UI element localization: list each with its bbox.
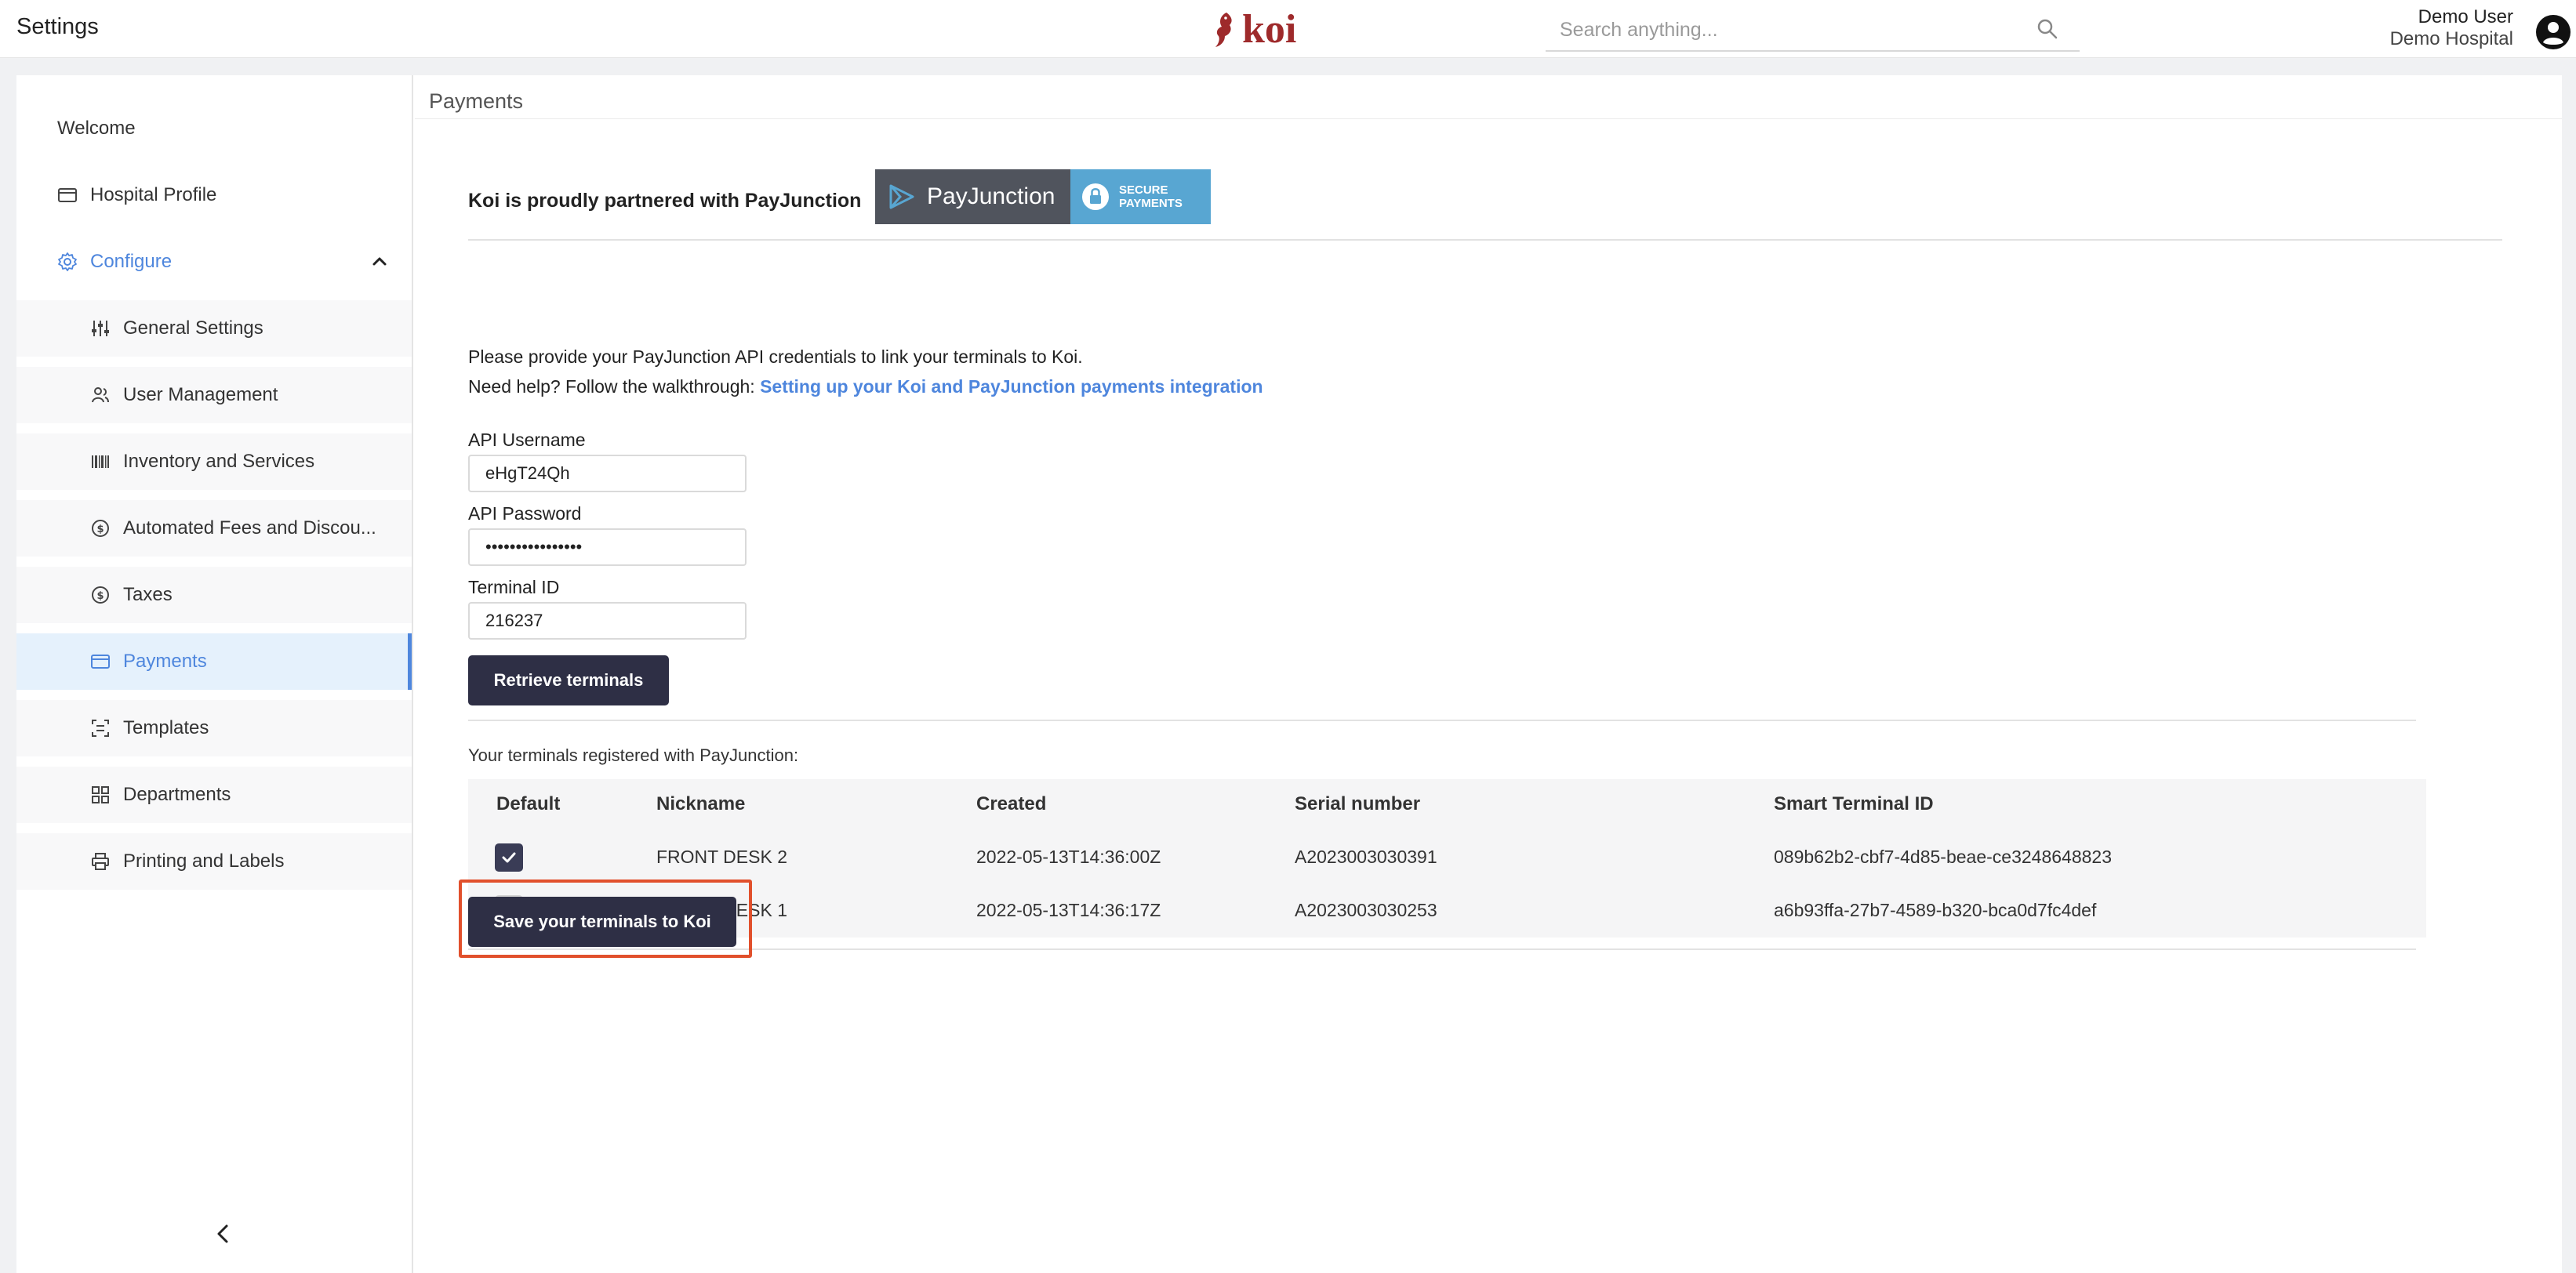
settings-panel: Welcome Hospital Profile Configure Gener… [16, 75, 2562, 1273]
payjunction-logo-icon [889, 184, 914, 209]
svg-text:$: $ [96, 524, 104, 535]
sidebar-item-configure[interactable]: Configure [16, 234, 412, 290]
koi-fish-icon [1215, 13, 1232, 47]
payjunction-badge: PayJunction SECURE PAYMENTS [875, 169, 1211, 224]
divider [468, 720, 2416, 721]
page-title: Payments [429, 89, 524, 113]
column-header-serial: Serial number [1295, 793, 1421, 814]
sidebar-item-label: Printing and Labels [123, 850, 285, 872]
cell-smart-terminal-id: 089b62b2-cbf7-4d85-beae-ce3248648823 [1774, 847, 2112, 867]
sidebar-item-label: Templates [123, 717, 209, 738]
sidebar-item-general-settings[interactable]: General Settings [16, 300, 412, 357]
walkthrough-link[interactable]: Setting up your Koi and PayJunction paym… [760, 376, 1263, 397]
sidebar-item-label: Hospital Profile [90, 184, 217, 205]
card-icon [91, 655, 110, 669]
sidebar-item-label: Inventory and Services [123, 451, 315, 472]
avatar-icon[interactable] [2535, 14, 2571, 50]
sidebar-item-templates[interactable]: Templates [16, 700, 412, 756]
barcode-icon [92, 455, 109, 468]
secure-line-1: SECURE [1119, 183, 1168, 197]
api-username-input[interactable] [468, 455, 747, 492]
check-icon [502, 852, 516, 863]
column-header-default: Default [496, 793, 561, 814]
cell-smart-terminal-id: a6b93ffa-27b7-4589-b320-bca0d7fc4def [1774, 900, 2097, 920]
api-password-input[interactable] [468, 528, 747, 566]
cell-serial: A2023003030391 [1295, 847, 1437, 867]
cell-created: 2022-05-13T14:36:17Z [976, 900, 1161, 920]
template-icon [92, 720, 109, 737]
sidebar-item-label: General Settings [123, 317, 263, 339]
secure-payments-badge: SECURE PAYMENTS [1070, 169, 1211, 224]
sidebar-item-hospital-profile[interactable]: Hospital Profile [16, 167, 412, 223]
user-info[interactable]: Demo User Demo Hospital [2390, 6, 2513, 50]
password-label: API Password [468, 503, 582, 524]
svg-text:$: $ [96, 590, 104, 602]
payjunction-brand-text: PayJunction [927, 183, 1055, 209]
sidebar-item-label: Taxes [123, 584, 173, 605]
logo-text: koi [1242, 7, 1297, 52]
sidebar-item-label: User Management [123, 384, 278, 405]
main-content: Payments Koi is proudly partnered with P… [415, 75, 2562, 1273]
sidebar-item-taxes[interactable]: $ Taxes [16, 567, 412, 623]
divider [468, 948, 2416, 950]
payjunction-brand: PayJunction [875, 169, 1070, 224]
terminals-table: Default Nickname Created Serial number S… [468, 779, 2426, 938]
users-icon [92, 387, 109, 403]
default-checkbox[interactable] [495, 843, 523, 872]
grid-icon [92, 786, 109, 803]
partner-text: Koi is proudly partnered with PayJunctio… [468, 190, 862, 212]
dollar-circle-icon: $ [92, 586, 109, 604]
search-box[interactable] [1546, 11, 2080, 52]
sidebar-item-label: Welcome [57, 118, 136, 139]
retrieve-terminals-button[interactable]: Retrieve terminals [468, 655, 669, 705]
cell-created: 2022-05-13T14:36:00Z [976, 847, 1161, 867]
id-card-icon [58, 188, 77, 202]
cell-serial: A2023003030253 [1295, 900, 1437, 920]
column-header-created: Created [976, 793, 1047, 814]
cell-nickname: FRONT DESK 2 [656, 847, 787, 867]
username-label: API Username [468, 430, 586, 450]
column-header-smart-terminal-id: Smart Terminal ID [1774, 793, 1934, 814]
terminals-label: Your terminals registered with PayJuncti… [468, 745, 799, 765]
secure-line-2: PAYMENTS [1119, 197, 1183, 210]
sidebar-item-welcome[interactable]: Welcome [16, 100, 412, 157]
secure-payments-text: SECURE PAYMENTS [1119, 183, 1183, 210]
divider [468, 239, 2502, 241]
sliders-icon [92, 321, 109, 336]
terminal-id-label: Terminal ID [468, 577, 560, 597]
user-name: Demo User [2418, 6, 2513, 27]
sidebar-item-departments[interactable]: Departments [16, 767, 412, 823]
intro-text: Please provide your PayJunction API cred… [468, 346, 1083, 367]
sidebar-item-automated-fees[interactable]: $ Automated Fees and Discou... [16, 500, 412, 557]
sidebar-item-label: Payments [123, 651, 207, 672]
sidebar: Welcome Hospital Profile Configure Gener… [16, 75, 413, 1273]
chevron-up-icon[interactable] [371, 252, 388, 270]
sidebar-item-label: Configure [90, 251, 173, 272]
printer-icon [92, 853, 109, 870]
page-header: Payments [415, 75, 2562, 119]
sidebar-item-label: Departments [123, 784, 231, 805]
sidebar-item-payments[interactable]: Payments [16, 633, 412, 690]
search-icon[interactable] [2036, 17, 2059, 41]
column-header-nickname: Nickname [656, 793, 746, 814]
gear-icon [58, 252, 77, 271]
save-terminals-button[interactable]: Save your terminals to Koi [468, 897, 736, 947]
search-input[interactable] [1560, 16, 1999, 44]
sidebar-item-label: Automated Fees and Discou... [123, 517, 376, 539]
top-bar: Settings koi Demo User Demo Hospital [0, 0, 2576, 58]
lock-icon [1082, 183, 1109, 210]
collapse-sidebar-icon[interactable] [213, 1220, 233, 1248]
app-title: Settings [16, 14, 99, 39]
help-text: Need help? Follow the walkthrough: Setti… [468, 376, 1263, 397]
sidebar-item-user-management[interactable]: User Management [16, 367, 412, 423]
terminal-id-input[interactable] [468, 602, 747, 640]
sidebar-item-inventory[interactable]: Inventory and Services [16, 433, 412, 490]
sidebar-item-printing[interactable]: Printing and Labels [16, 833, 412, 890]
help-prefix: Need help? Follow the walkthrough: [468, 376, 761, 397]
koi-logo[interactable]: koi [1212, 8, 1296, 52]
dollar-circle-icon: $ [92, 520, 109, 537]
partner-row: Koi is proudly partnered with PayJunctio… [468, 169, 2507, 240]
user-org: Demo Hospital [2389, 28, 2513, 49]
